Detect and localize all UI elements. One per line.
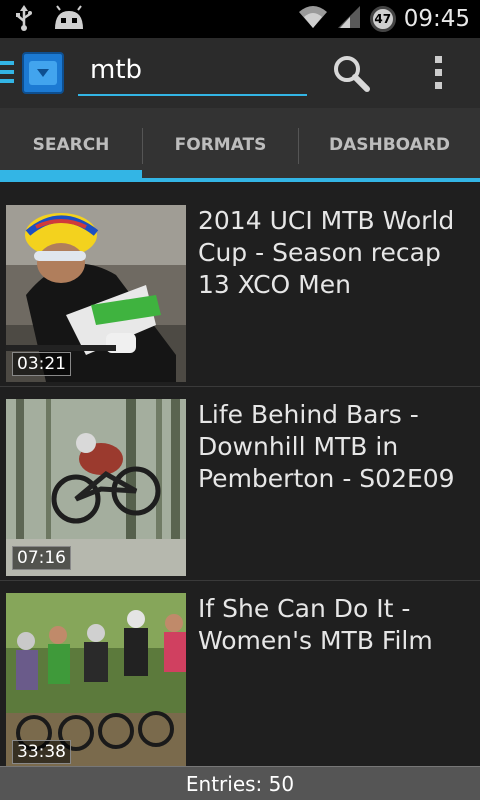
video-thumbnail[interactable]: 33:38 — [6, 593, 186, 770]
video-duration: 03:21 — [12, 352, 71, 376]
action-bar — [0, 38, 480, 108]
list-item[interactable]: 07:16 Life Behind Bars - Downhill MTB in… — [0, 387, 480, 581]
video-thumbnail[interactable]: 03:21 — [6, 205, 186, 382]
list-item[interactable]: 33:38 If She Can Do It - Women's MTB Fil… — [0, 581, 480, 775]
tab-dashboard[interactable]: DASHBOARD — [299, 108, 480, 182]
tab-formats[interactable]: FORMATS — [143, 108, 298, 182]
list-item[interactable]: 03:21 2014 UCI MTB World Cup - Season re… — [0, 193, 480, 387]
usb-icon — [14, 5, 34, 35]
entries-count: Entries: 50 — [0, 766, 480, 800]
video-duration: 07:16 — [12, 546, 71, 570]
search-icon — [334, 56, 370, 92]
video-duration: 33:38 — [12, 740, 71, 764]
wifi-icon — [298, 4, 328, 34]
video-title[interactable]: 2014 UCI MTB World Cup - Season recap 13… — [198, 205, 474, 301]
tab-underline — [0, 178, 480, 182]
video-title[interactable]: Life Behind Bars - Downhill MTB in Pembe… — [198, 399, 474, 495]
signal-icon — [336, 4, 362, 34]
video-title[interactable]: If She Can Do It - Women's MTB Film — [198, 593, 474, 657]
android-debug-icon — [52, 5, 86, 35]
drawer-menu-icon[interactable] — [0, 61, 14, 88]
overflow-menu-icon[interactable] — [428, 56, 448, 92]
search-input[interactable] — [78, 50, 307, 90]
search-field[interactable] — [78, 50, 307, 96]
selected-tab-indicator — [0, 170, 142, 178]
battery-icon: 47 — [369, 6, 396, 32]
status-bar: 47 09:45 — [0, 0, 480, 38]
clock: 09:45 — [403, 6, 470, 32]
video-thumbnail[interactable]: 07:16 — [6, 399, 186, 576]
app-logo-icon[interactable] — [22, 52, 64, 94]
search-button[interactable] — [330, 52, 374, 96]
